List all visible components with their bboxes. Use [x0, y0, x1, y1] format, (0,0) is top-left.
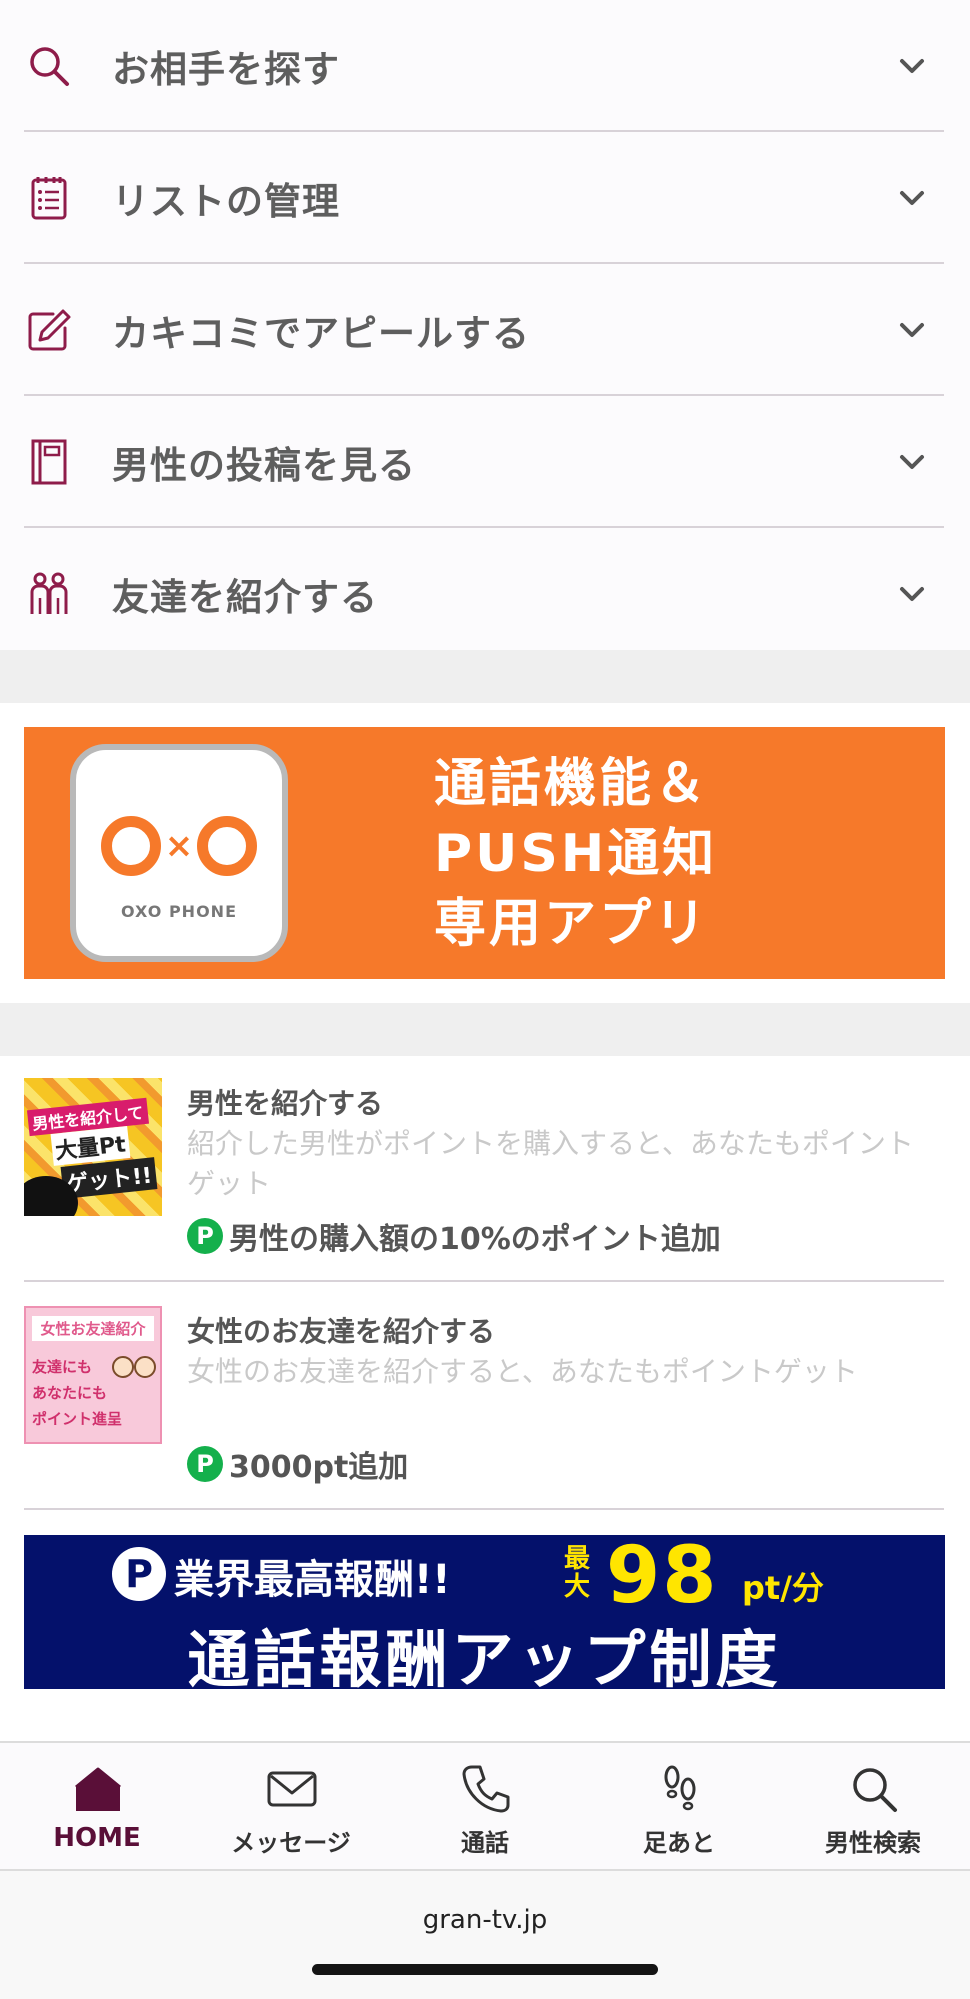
- menu-item-list-management[interactable]: リストの管理: [0, 132, 970, 264]
- tab-label: 通話: [461, 1829, 509, 1857]
- invite-female-thumbnail: 女性お友達紹介 友達にも あなたにも ポイント進呈: [24, 1306, 162, 1444]
- oxo-logo: ×: [90, 814, 268, 878]
- menu-item-search-partner[interactable]: お相手を探す: [0, 0, 970, 132]
- oxo-app-icon: × OXO PHONE: [70, 744, 288, 962]
- chevron-down-icon: [900, 455, 924, 469]
- menu-item-invite-friends[interactable]: 友達を紹介する: [0, 528, 970, 660]
- invite-reward: P 男性の購入額の10%のポイント追加: [187, 1214, 721, 1258]
- browser-footer: [0, 1871, 970, 1999]
- tab-home[interactable]: HOME: [0, 1743, 194, 1869]
- people-icon: [24, 569, 74, 619]
- invite-title: 女性のお友達を紹介する: [187, 1315, 496, 1348]
- menu-item-label: リストの管理: [112, 180, 340, 223]
- invite-description: 紹介した男性がポイントを購入すると、あなたもポイントゲット: [187, 1127, 914, 1200]
- thumb-face: [134, 1356, 156, 1378]
- tab-male-search[interactable]: 男性検索: [776, 1743, 970, 1869]
- home-icon: [75, 1767, 121, 1811]
- bottom-tab-bar: HOME メッセージ 通話 足あと 男性検索: [0, 1741, 970, 1871]
- logo-ring: [100, 816, 161, 876]
- chevron-down-icon: [900, 323, 924, 337]
- points-icon: P: [187, 1446, 223, 1482]
- menu-item-view-male-posts[interactable]: 男性の投稿を見る: [0, 396, 970, 528]
- phone-icon: [462, 1765, 510, 1813]
- menu-item-label: 男性の投稿を見る: [112, 444, 416, 487]
- call-reward-banner[interactable]: P 業界最高報酬!! 最大 98 pt/分 通話報酬アップ制度: [24, 1531, 945, 1696]
- notebook-icon: [24, 437, 74, 487]
- chevron-down-icon: [900, 191, 924, 205]
- oxo-banner-line: 通話機能＆: [434, 754, 710, 814]
- thumb-text: あなたにも: [32, 1384, 108, 1402]
- thumb-text: 友達にも: [32, 1358, 93, 1376]
- accordion-menu: お相手を探す リストの管理 カキコミでアピールする 男性の投稿を見る 友達を紹介…: [0, 0, 970, 660]
- invite-male-thumbnail: 男性を紹介して 大量Pt ゲット!!: [24, 1078, 162, 1216]
- divider: [24, 1508, 944, 1510]
- tab-label: 足あと: [643, 1829, 715, 1857]
- chevron-down-icon: [900, 59, 924, 73]
- reward-banner-headline: 業界最高報酬!!: [174, 1557, 451, 1603]
- logo-x: ×: [164, 826, 194, 866]
- list-icon: [24, 173, 74, 223]
- oxo-app-banner[interactable]: × OXO PHONE 通話機能＆ PUSH通知 専用アプリ: [24, 727, 945, 979]
- invite-female-row[interactable]: 女性お友達紹介 友達にも あなたにも ポイント進呈 女性のお友達を紹介する 女性…: [0, 1306, 970, 1512]
- search-icon: [853, 1768, 897, 1812]
- oxo-app-name: OXO PHONE: [120, 902, 237, 921]
- thumb-face: [112, 1356, 134, 1378]
- menu-item-post-appeal[interactable]: カキコミでアピールする: [0, 264, 970, 396]
- reward-banner-unit: pt/分: [742, 1569, 824, 1607]
- menu-item-label: カキコミでアピールする: [112, 312, 530, 355]
- reward-banner-max-label: 最大: [564, 1544, 591, 1602]
- divider: [24, 1280, 944, 1282]
- menu-item-label: お相手を探す: [112, 48, 340, 91]
- section-gap: [0, 650, 970, 703]
- invite-reward: P 3000pt追加: [187, 1442, 408, 1486]
- footprints-icon: [664, 1765, 696, 1811]
- thumb-text: ポイント進呈: [32, 1410, 123, 1428]
- tab-label: HOME: [53, 1823, 141, 1853]
- search-icon: [24, 41, 74, 91]
- reward-banner-title: 通話報酬アップ制度: [187, 1623, 782, 1696]
- section-gap: [0, 1003, 970, 1056]
- logo-ring: [197, 816, 258, 876]
- points-badge-icon: P: [112, 1547, 166, 1601]
- tab-label: メッセージ: [231, 1829, 351, 1857]
- invite-title: 男性を紹介する: [187, 1087, 384, 1120]
- thumb-text-block: 友達にも あなたにも ポイント進呈: [32, 1354, 122, 1432]
- invite-description: 女性のお友達を紹介すると、あなたもポイントゲット: [187, 1355, 858, 1388]
- oxo-banner-line: PUSH通知: [434, 824, 718, 884]
- tab-label: 男性検索: [825, 1829, 921, 1857]
- home-indicator[interactable]: [312, 1964, 658, 1975]
- invite-reward-text: 男性の購入額の10%のポイント追加: [229, 1222, 721, 1257]
- tab-calls[interactable]: 通話: [388, 1743, 582, 1869]
- invite-reward-text: 3000pt追加: [229, 1450, 409, 1485]
- tab-footprints[interactable]: 足あと: [582, 1743, 776, 1869]
- pencil-edit-icon: [24, 305, 74, 355]
- tab-messages[interactable]: メッセージ: [194, 1743, 388, 1869]
- envelope-icon: [267, 1771, 317, 1807]
- oxo-banner-text: 通話機能＆ PUSH通知 専用アプリ: [434, 749, 717, 959]
- menu-item-label: 友達を紹介する: [112, 576, 378, 619]
- chevron-down-icon: [900, 587, 924, 601]
- reward-banner-amount: 98: [606, 1531, 719, 1621]
- browser-url[interactable]: gran-tv.jp: [0, 1905, 970, 1935]
- oxo-banner-line: 専用アプリ: [434, 894, 710, 954]
- points-icon: P: [187, 1218, 223, 1254]
- invite-male-row[interactable]: 男性を紹介して 大量Pt ゲット!! 男性を紹介する 紹介した男性がポイントを購…: [0, 1078, 970, 1284]
- thumb-text: 女性お友達紹介: [32, 1316, 154, 1341]
